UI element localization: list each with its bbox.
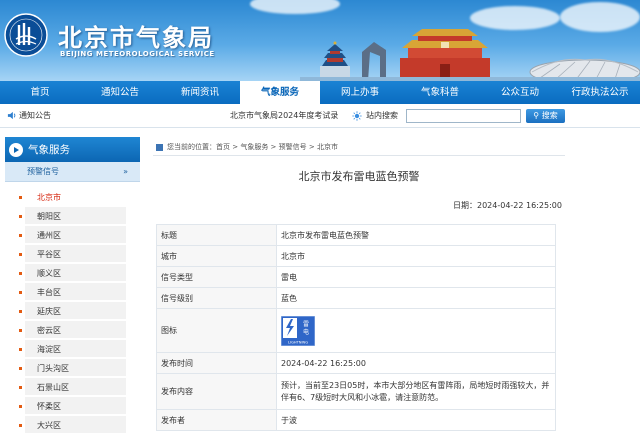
sidebar-section-label: 预警信号 <box>27 167 59 176</box>
icon-text-cn-2: 电 <box>303 328 309 336</box>
table-cell-value: 蓝色 <box>276 287 556 309</box>
search-input[interactable] <box>406 109 521 123</box>
nav-item-science[interactable]: 气象科普 <box>400 81 480 104</box>
double-chevron-right-icon: » <box>123 167 128 176</box>
divider <box>153 155 565 156</box>
beijing-landmarks-illustration <box>300 29 640 81</box>
table-row: 信号级别 蓝色 <box>156 287 556 309</box>
main-nav: 首页 通知公告 新闻资讯 气象服务 网上办事 气象科普 公众互动 行政执法公示 <box>0 81 640 104</box>
nav-item-online-services[interactable]: 网上办事 <box>320 81 400 104</box>
search-icon: ⚲ <box>533 111 540 120</box>
notice-link[interactable]: 通知公告 <box>7 110 51 121</box>
notice-label: 通知公告 <box>19 111 51 120</box>
sidebar-item-shijingshan[interactable]: 石景山区 <box>19 378 126 397</box>
sidebar-item-mentougou[interactable]: 门头沟区 <box>19 359 126 378</box>
table-cell-label: 图标 <box>156 308 277 353</box>
table-cell-label: 发布时间 <box>156 352 277 374</box>
location-icon <box>156 143 163 151</box>
breadcrumb-text[interactable]: 您当前的位置：首页 > 气象服务 > 预警信号 > 北京市 <box>167 142 338 152</box>
table-cell-value: 于波 <box>276 409 556 431</box>
site-subtitle: BEIJING METEOROLOGICAL SERVICE <box>60 50 215 58</box>
table-row: 图标 雷 电 LIGHTNING <box>156 308 556 353</box>
nav-item-notices[interactable]: 通知公告 <box>80 81 160 104</box>
table-cell-label: 标题 <box>156 224 277 246</box>
table-row: 发布时间 2024-04-22 16:25:00 <box>156 352 556 374</box>
nav-item-news[interactable]: 新闻资讯 <box>160 81 240 104</box>
icon-text-cn-1: 雷 <box>303 321 309 328</box>
sidebar-item-miyun[interactable]: 密云区 <box>19 321 126 340</box>
sun-icon <box>352 110 362 121</box>
table-cell-value: 雷电 <box>276 266 556 288</box>
table-cell-label: 发布者 <box>156 409 277 431</box>
sidebar-heading-label: 气象服务 <box>28 144 70 156</box>
table-cell-value: 北京市 <box>276 245 556 267</box>
utility-bar: 通知公告 北京市气象局2024年度考试录 站内搜索 ⚲ 搜索 <box>0 104 640 128</box>
sidebar-item-daxing[interactable]: 大兴区 <box>19 416 126 435</box>
temple-of-heaven-icon <box>320 41 350 81</box>
table-cell-label: 城市 <box>156 245 277 267</box>
sidebar-item-huairou[interactable]: 怀柔区 <box>19 397 126 416</box>
sidebar-section-warning-signals[interactable]: 预警信号 » <box>5 162 140 182</box>
table-cell-label: 发布内容 <box>156 373 277 410</box>
nav-item-weather-services[interactable]: 气象服务 <box>240 81 320 104</box>
publish-date: 日期：2024-04-22 16:25:00 <box>453 201 562 210</box>
sidebar-item-beijing[interactable]: 北京市 <box>19 188 126 207</box>
warning-detail-table: 标题 北京市发布雷电蓝色预警 城市 北京市 信号类型 雷电 信号级别 蓝色 图标… <box>156 224 556 431</box>
table-cell-label: 信号级别 <box>156 287 277 309</box>
arrow-right-circle-icon <box>9 142 23 157</box>
sidebar: 气象服务 预警信号 » 北京市 朝阳区 通州区 平谷区 顺义区 丰台区 延庆区 … <box>5 137 140 435</box>
sidebar-item-pinggu[interactable]: 平谷区 <box>19 245 126 264</box>
table-row: 发布者 于波 <box>156 409 556 431</box>
table-cell-value: 2024-04-22 16:25:00 <box>276 352 556 374</box>
nav-item-home[interactable]: 首页 <box>0 81 80 104</box>
notice-marquee-text[interactable]: 北京市气象局2024年度考试录 <box>230 110 338 121</box>
sidebar-item-tongzhou[interactable]: 通州区 <box>19 226 126 245</box>
district-list: 北京市 朝阳区 通州区 平谷区 顺义区 丰台区 延庆区 密云区 海淀区 门头沟区… <box>5 182 140 435</box>
sidebar-item-chaoyang[interactable]: 朝阳区 <box>19 207 126 226</box>
table-cell-label: 信号类型 <box>156 266 277 288</box>
sidebar-heading: 气象服务 <box>5 137 140 162</box>
nav-item-interaction[interactable]: 公众互动 <box>480 81 560 104</box>
site-banner: 北京市气象局 BEIJING METEOROLOGICAL SERVICE <box>0 0 640 81</box>
search-button-label: 搜索 <box>541 111 558 120</box>
table-cell-value: 雷 电 LIGHTNING <box>276 308 556 353</box>
table-row: 发布内容 预计，当前至23日05时，本市大部分地区有雷阵雨，局地短时雨强较大，并… <box>156 373 556 410</box>
icon-text-en: LIGHTNING <box>288 340 308 344</box>
cma-logo-icon[interactable] <box>4 13 48 57</box>
sidebar-item-haidian[interactable]: 海淀区 <box>19 340 126 359</box>
lightning-blue-warning-icon: 雷 电 LIGHTNING <box>281 315 315 346</box>
sidebar-item-fengtai[interactable]: 丰台区 <box>19 283 126 302</box>
sidebar-item-yanqing[interactable]: 延庆区 <box>19 302 126 321</box>
breadcrumb: 您当前的位置：首页 > 气象服务 > 预警信号 > 北京市 <box>156 142 338 152</box>
speaker-icon <box>7 111 16 120</box>
table-row: 标题 北京市发布雷电蓝色预警 <box>156 224 556 246</box>
site-title: 北京市气象局 <box>58 24 214 52</box>
table-row: 城市 北京市 <box>156 245 556 267</box>
site-search-label-group: 站内搜索 <box>352 110 398 121</box>
table-cell-value: 北京市发布雷电蓝色预警 <box>276 224 556 246</box>
table-cell-value: 预计，当前至23日05时，本市大部分地区有雷阵雨，局地短时雨强较大，并伴有6、7… <box>276 373 556 410</box>
tiananmen-icon <box>400 29 490 81</box>
site-search-label: 站内搜索 <box>366 111 398 120</box>
search-button[interactable]: ⚲ 搜索 <box>526 109 565 123</box>
nav-item-law-enforcement[interactable]: 行政执法公示 <box>560 81 640 104</box>
sidebar-item-shunyi[interactable]: 顺义区 <box>19 264 126 283</box>
table-row: 信号类型 雷电 <box>156 266 556 288</box>
page-title: 北京市发布雷电蓝色预警 <box>298 170 420 183</box>
